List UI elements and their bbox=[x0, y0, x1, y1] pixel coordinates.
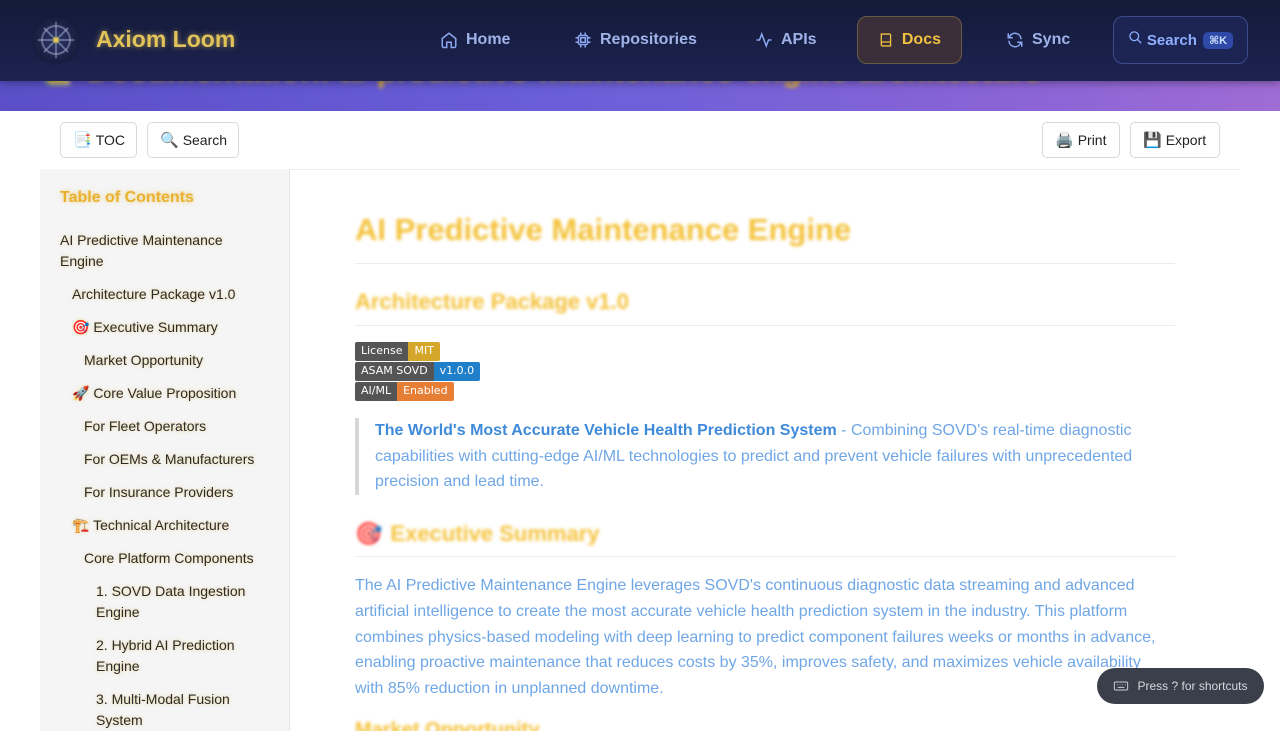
print-label: Print bbox=[1077, 132, 1107, 148]
doc-search-label: Search bbox=[182, 132, 228, 148]
nav-docs-label: Docs bbox=[901, 31, 941, 48]
exec-summary-heading-text: Executive Summary bbox=[390, 521, 600, 546]
divider bbox=[355, 325, 1175, 326]
chip-icon bbox=[575, 32, 591, 48]
market-opportunity-heading-text: Market Opportunity bbox=[355, 719, 540, 731]
badge-key: AI/ML bbox=[355, 382, 398, 401]
nav-sync-label: Sync bbox=[1032, 31, 1071, 48]
refresh-icon bbox=[1007, 32, 1023, 48]
printer-icon: 🖨️ bbox=[1055, 132, 1074, 149]
badge-value: v1.0.0 bbox=[433, 362, 481, 381]
global-search-button[interactable]: Search ⌘K bbox=[1113, 16, 1248, 64]
doc-title: AI Predictive Maintenance Engine bbox=[355, 212, 852, 247]
toc-button-label: TOC bbox=[95, 132, 125, 148]
search-label: Search bbox=[1146, 31, 1197, 49]
export-button[interactable]: 💾 Export bbox=[1130, 122, 1220, 158]
intro-blockquote: The World's Most Accurate Vehicle Health… bbox=[355, 418, 1175, 495]
toc-item[interactable]: AI Predictive Maintenance Engine bbox=[60, 230, 260, 272]
toc-button[interactable]: 📑 TOC bbox=[60, 122, 137, 158]
nav-repositories[interactable]: Repositories bbox=[554, 16, 717, 64]
nav-repositories-label: Repositories bbox=[600, 31, 697, 48]
toc-item[interactable]: Market Opportunity bbox=[84, 350, 203, 371]
doc-search-button[interactable]: 🔍 Search bbox=[147, 122, 239, 158]
toc-item[interactable]: 🚀 Core Value Proposition bbox=[72, 383, 236, 404]
book-icon bbox=[880, 33, 892, 47]
package-heading-text: Architecture Package v1.0 bbox=[355, 289, 629, 314]
search-shortcut: ⌘K bbox=[1202, 31, 1234, 49]
market-opportunity-heading: Market Opportunity bbox=[355, 719, 539, 731]
sovd-badge[interactable]: ASAM SOVD v1.0.0 bbox=[355, 362, 481, 381]
toc-item[interactable]: 3. Multi-Modal Fusion System bbox=[96, 689, 256, 731]
toc-item[interactable]: Core Platform Components bbox=[84, 548, 254, 569]
badge-key: License bbox=[355, 342, 409, 361]
nav-home[interactable]: Home bbox=[420, 16, 530, 64]
badge-key: ASAM SOVD bbox=[355, 362, 434, 381]
logo-icon[interactable] bbox=[32, 16, 80, 64]
toc-item[interactable]: For Insurance Providers bbox=[84, 482, 233, 503]
home-icon bbox=[441, 32, 457, 49]
toc-item[interactable]: Architecture Package v1.0 bbox=[72, 284, 235, 305]
keyboard-icon bbox=[1114, 681, 1129, 691]
floppy-disk-icon: 💾 bbox=[1143, 132, 1162, 149]
nav-sync[interactable]: Sync bbox=[986, 16, 1090, 64]
toc-item[interactable]: 🎯 Executive Summary bbox=[72, 317, 218, 338]
toc-title: Table of Contents bbox=[60, 189, 194, 206]
shortcuts-hint-text: Press ? for shortcuts bbox=[1137, 679, 1248, 693]
package-heading: Architecture Package v1.0 bbox=[355, 289, 629, 315]
toc-item[interactable]: 1. SOVD Data Ingestion Engine bbox=[96, 581, 266, 623]
print-button[interactable]: 🖨️ Print bbox=[1042, 122, 1120, 158]
nav-apis[interactable]: APIs bbox=[735, 16, 837, 64]
toc-item[interactable]: For Fleet Operators bbox=[84, 416, 206, 437]
toc-item[interactable]: For OEMs & Manufacturers bbox=[84, 449, 254, 470]
shortcuts-hint[interactable]: Press ? for shortcuts bbox=[1097, 668, 1264, 704]
export-label: Export bbox=[1165, 132, 1207, 148]
activity-icon bbox=[756, 31, 772, 49]
badge-value: Enabled bbox=[397, 382, 454, 401]
exec-summary-heading: 🎯 Executive Summary bbox=[355, 521, 600, 547]
quote-bold: The World's Most Accurate Vehicle Health… bbox=[375, 422, 837, 439]
magnifier-icon: 🔍 bbox=[160, 132, 179, 149]
nav-home-label: Home bbox=[466, 31, 511, 48]
aiml-badge[interactable]: AI/ML Enabled bbox=[355, 382, 454, 401]
license-badge[interactable]: License MIT bbox=[355, 342, 440, 361]
toc-item[interactable]: 🏗️ Technical Architecture bbox=[72, 515, 229, 536]
search-icon bbox=[1129, 30, 1142, 44]
brand-name[interactable]: Axiom Loom bbox=[96, 26, 235, 53]
exec-summary-paragraph: The AI Predictive Maintenance Engine lev… bbox=[355, 577, 1156, 698]
target-icon: 🎯 bbox=[355, 521, 383, 546]
nav-apis-label: APIs bbox=[781, 31, 817, 48]
top-nav: Axiom Loom Home Repositories APIs Docs S… bbox=[0, 0, 1280, 81]
toc-item[interactable]: 2. Hybrid AI Prediction Engine bbox=[96, 635, 266, 677]
nav-docs[interactable]: Docs bbox=[857, 16, 962, 64]
divider bbox=[355, 263, 1175, 264]
divider bbox=[355, 556, 1175, 557]
badge-value: MIT bbox=[408, 342, 440, 361]
bookmark-tabs-icon: 📑 bbox=[73, 132, 92, 149]
